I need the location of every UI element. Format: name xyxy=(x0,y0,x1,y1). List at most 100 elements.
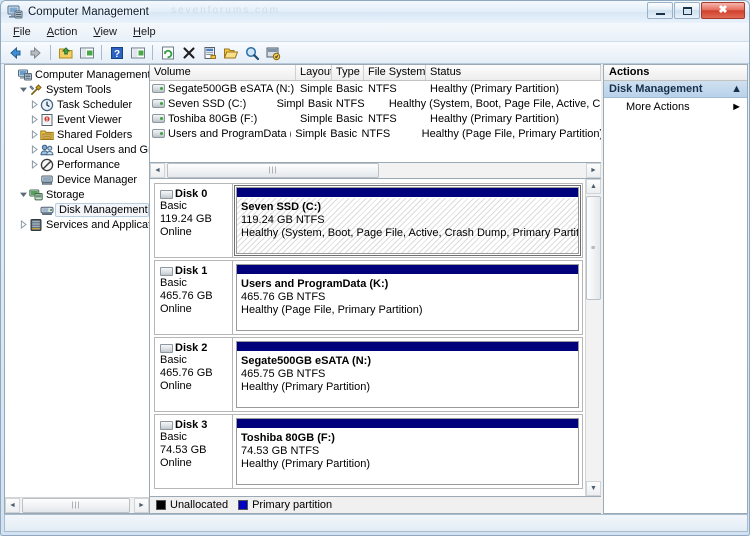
volume-scroll-right-button[interactable]: ► xyxy=(586,163,601,178)
graphical-view-wrapper: Disk 0 Basic 119.24 GB Online Seven SSD (C:)… xyxy=(150,179,601,496)
partition-name-label: Toshiba 80GB (F:) xyxy=(241,432,335,444)
tree-node-task-scheduler[interactable]: Task Scheduler xyxy=(7,97,149,112)
chevron-collapsed-icon[interactable] xyxy=(18,219,29,230)
partition-block[interactable]: Toshiba 80GB (F:) 74.53 GB NTFS Healthy (P… xyxy=(236,418,579,485)
action-more-actions[interactable]: More Actions ► xyxy=(604,98,747,115)
delete-button[interactable] xyxy=(179,43,198,62)
close-button[interactable]: ✖ xyxy=(701,2,745,19)
volume-row[interactable]: Segate500GB eSATA (N:) Simple Basic NTFS Hea… xyxy=(150,81,601,96)
tree-node-shared-folders[interactable]: Shared Folders xyxy=(7,127,149,142)
partition-size-label: 465.75 GB NTFS xyxy=(241,368,326,380)
disk-row[interactable]: Disk 3 Basic 74.53 GB Online Toshiba 80GB (F… xyxy=(154,414,583,489)
column-header-layout[interactable]: Layout xyxy=(296,65,332,80)
disk-capacity-label: 465.76 GB xyxy=(160,367,213,379)
graphical-view-vertical-scrollbar[interactable]: ▲ ≡ ▼ xyxy=(585,179,601,496)
chevron-right-icon[interactable]: ► xyxy=(731,101,742,113)
properties-button[interactable] xyxy=(200,43,219,62)
watermark-text: sevenforums.com xyxy=(171,5,280,16)
volume-cell-name: Toshiba 80GB (F:) xyxy=(150,113,296,125)
volume-name-label: Seven SSD (C:) xyxy=(168,97,247,110)
partition-details: Users and ProgramData (K:) 465.76 GB NTFS… xyxy=(237,275,578,330)
maximize-button[interactable] xyxy=(674,2,700,19)
disk-row[interactable]: Disk 0 Basic 119.24 GB Online Seven SSD (C:)… xyxy=(154,183,583,258)
graph-scroll-down-button[interactable]: ▼ xyxy=(586,481,601,496)
chevron-collapsed-icon[interactable] xyxy=(29,99,40,110)
disk-name-label: Disk 3 xyxy=(175,419,208,431)
partition-block[interactable]: Segate500GB eSATA (N:) 465.75 GB NTFS Heal… xyxy=(236,341,579,408)
chevron-collapsed-icon[interactable] xyxy=(29,159,40,170)
disk-info[interactable]: Disk 0 Basic 119.24 GB Online xyxy=(155,184,233,257)
volume-cell-file-system: NTFS xyxy=(335,97,365,110)
tree-node-storage[interactable]: Storage xyxy=(7,187,149,202)
chevron-collapsed-icon[interactable] xyxy=(29,129,40,140)
tree-scroll-right-button[interactable]: ► xyxy=(134,498,149,513)
action-label: More Actions xyxy=(626,100,690,113)
tree-node-device-manager[interactable]: Device Manager xyxy=(7,172,149,187)
tree-scroll-track[interactable]: ||| xyxy=(20,498,134,513)
chevron-up-icon[interactable]: ▲ xyxy=(731,83,742,95)
volume-scroll-track[interactable]: ||| xyxy=(165,163,586,178)
menu-file[interactable]: File xyxy=(5,24,39,40)
actions-group-disk-management[interactable]: Disk Management ▲ xyxy=(604,81,747,98)
column-header-status[interactable]: Status xyxy=(426,65,601,80)
volume-row[interactable]: Users and ProgramData (K:) SimpleBasicNTF… xyxy=(150,126,601,141)
minimize-button[interactable] xyxy=(647,2,673,19)
tree-node-system-tools[interactable]: System Tools xyxy=(7,82,149,97)
refresh-button[interactable] xyxy=(158,43,177,62)
partition-block[interactable]: Seven SSD (C:) 119.24 GB NTFS Healthy (Sys… xyxy=(234,185,581,256)
create-vhd-button[interactable] xyxy=(263,43,282,62)
tree-node-event-viewer[interactable]: Event Viewer xyxy=(7,112,149,127)
disk-row[interactable]: Disk 2 Basic 465.76 GB Online Segate500GB eS… xyxy=(154,337,583,412)
menu-action[interactable]: Action xyxy=(39,24,86,40)
show-hide-tree-button[interactable] xyxy=(77,43,96,62)
forward-button[interactable] xyxy=(26,43,45,62)
graph-scroll-thumb[interactable]: ≡ xyxy=(585,196,601,300)
tree-horizontal-scrollbar[interactable]: ◄ ||| ► xyxy=(5,497,149,513)
tree-node-performance[interactable]: Performance xyxy=(7,157,149,172)
tree-scroll-left-button[interactable]: ◄ xyxy=(5,498,20,513)
volume-row[interactable]: Seven SSD (C:) SimpleBasicNTFS Healthy (Sy… xyxy=(150,96,601,111)
title-bar[interactable]: Computer Management sevenforums.com ✖ xyxy=(1,1,749,23)
disk-info[interactable]: Disk 2 Basic 465.76 GB Online xyxy=(155,338,233,411)
up-one-level-button[interactable] xyxy=(56,43,75,62)
tree-node-services-and-applications[interactable]: Services and Applications xyxy=(7,217,149,232)
chevron-expanded-icon[interactable] xyxy=(18,189,29,200)
chevron-collapsed-icon[interactable] xyxy=(29,114,40,125)
volume-row[interactable]: Toshiba 80GB (F:) Simple Basic NTFS Healthy … xyxy=(150,111,601,126)
actions-pane-filler xyxy=(604,115,747,513)
partition-block[interactable]: Users and ProgramData (K:) 465.76 GB NTFS… xyxy=(236,264,579,331)
chevron-expanded-icon[interactable] xyxy=(18,84,29,95)
disk-info[interactable]: Disk 3 Basic 74.53 GB Online xyxy=(155,415,233,488)
open-button[interactable] xyxy=(221,43,240,62)
back-button[interactable] xyxy=(5,43,24,62)
column-header-type[interactable]: Type xyxy=(332,65,364,80)
show-hide-action-pane-button[interactable] xyxy=(128,43,147,62)
tree-scroll-thumb[interactable]: ||| xyxy=(22,498,130,513)
column-header-file-system[interactable]: File System xyxy=(364,65,426,80)
column-header-volume[interactable]: Volume xyxy=(150,65,296,80)
menu-view[interactable]: View xyxy=(85,24,125,40)
client-area: Computer Management (Local System Tools Ta… xyxy=(4,64,748,514)
disk-info[interactable]: Disk 1 Basic 465.76 GB Online xyxy=(155,261,233,334)
graph-scroll-track[interactable]: ≡ xyxy=(585,194,601,481)
volume-cell-file-system: NTFS xyxy=(368,112,397,125)
tree-node-computer-management-local[interactable]: Computer Management (Local xyxy=(7,67,149,82)
rescan-disks-button[interactable] xyxy=(242,43,261,62)
volume-cell-file-system: NTFS xyxy=(361,127,391,140)
disk-type-label: Basic xyxy=(160,354,187,366)
event-viewer-icon xyxy=(40,113,54,127)
graph-scroll-up-button[interactable]: ▲ xyxy=(586,179,601,194)
volume-scroll-left-button[interactable]: ◄ xyxy=(150,163,165,178)
clock-icon xyxy=(40,98,54,112)
menu-help[interactable]: Help xyxy=(125,24,164,40)
partition-name-label: Segate500GB eSATA (N:) xyxy=(241,355,371,367)
tree-node-disk-management[interactable]: Disk Management xyxy=(7,202,149,217)
volume-list-horizontal-scrollbar[interactable]: ◄ ||| ► xyxy=(150,162,601,179)
disk-row[interactable]: Disk 1 Basic 465.76 GB Online Users and Prog… xyxy=(154,260,583,335)
tree-node-local-users-and-groups[interactable]: Local Users and Groups xyxy=(7,142,149,157)
help-button[interactable]: ? xyxy=(107,43,126,62)
volume-cell-layout: Simple xyxy=(300,112,332,125)
volume-scroll-thumb[interactable]: ||| xyxy=(167,163,379,178)
chevron-collapsed-icon[interactable] xyxy=(29,144,40,155)
